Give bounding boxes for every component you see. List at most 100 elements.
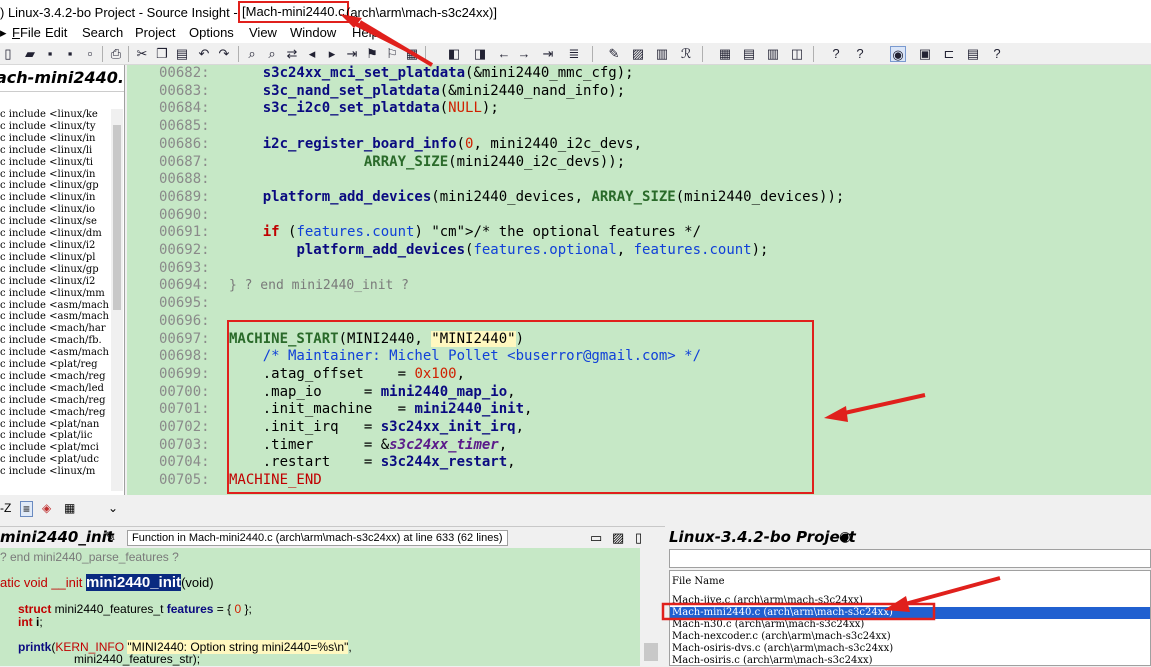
copy-icon[interactable]: ❐ <box>154 46 170 62</box>
context-icon[interactable]: ▨ <box>630 46 646 62</box>
menu-file[interactable]: FFile <box>12 25 41 40</box>
context-jump-icon[interactable]: ▨ <box>612 530 624 546</box>
new-file-icon[interactable]: ▯ <box>0 46 16 62</box>
symbol-item[interactable]: c include <linux/mm <box>0 288 110 300</box>
code-line[interactable]: 00683: s3c_nand_set_platdata(&mini2440_n… <box>127 83 1151 101</box>
code-line[interactable]: 00690: <box>127 207 1151 225</box>
code-text[interactable]: s3c24xx_mci_set_platdata(&mini2440_mmc_c… <box>229 65 634 83</box>
grid-view-icon[interactable]: ▦ <box>64 501 75 515</box>
menu-view[interactable]: View <box>249 25 277 40</box>
save-icon[interactable]: ▪ <box>42 46 58 62</box>
search-next-icon[interactable]: ▸ <box>324 46 340 62</box>
symbol-item[interactable]: c include <linux/gp <box>0 264 110 276</box>
goto-line-icon[interactable]: ⇥ <box>344 46 360 62</box>
code-line[interactable]: 00693: <box>127 260 1151 278</box>
jump-forward-icon[interactable]: ◨ <box>472 46 488 62</box>
menu-edit[interactable]: Edit <box>45 25 67 40</box>
symbol-item[interactable]: c include <asm/mach <box>0 300 110 312</box>
code-line[interactable]: 00689: platform_add_devices(mini2440_dev… <box>127 189 1151 207</box>
project-window-icon[interactable]: ▣ <box>917 46 933 62</box>
code-text[interactable]: s3c_nand_set_platdata(&mini2440_nand_inf… <box>229 83 625 101</box>
paste-icon[interactable]: ▤ <box>174 46 190 62</box>
symbol-item[interactable]: c include <plat/nan <box>0 419 110 431</box>
search-prev-icon[interactable]: ◂ <box>304 46 320 62</box>
toggle-bookmark-icon[interactable]: ⚐ <box>384 46 400 62</box>
symbol-item[interactable]: c include <asm/mach <box>0 311 110 323</box>
undo-icon[interactable]: ↶ <box>196 46 212 62</box>
code-text[interactable]: } ? end mini2440_init ? <box>229 277 409 295</box>
about-icon[interactable]: ? <box>989 46 1005 62</box>
symbol-item[interactable]: c include <linux/in <box>0 192 110 204</box>
project-file-item[interactable]: Mach-mini2440.c (arch\arm\mach-s3c24xx) <box>670 607 1150 619</box>
symbol-item[interactable]: c include <plat/mci <box>0 442 110 454</box>
symbol-item[interactable]: c include <linux/pl <box>0 252 110 264</box>
symbol-item[interactable]: c include <mach/reg <box>0 407 110 419</box>
symbol-item[interactable]: c include <linux/gp <box>0 180 110 192</box>
code-line[interactable]: 00685: <box>127 118 1151 136</box>
symbol-item[interactable]: c include <linux/io <box>0 204 110 216</box>
open-folder-icon[interactable]: ▰ <box>22 46 38 62</box>
code-line[interactable]: 00691: if (features.count) "cm">/* the o… <box>127 224 1151 242</box>
project-file-item[interactable]: Mach-nexcoder.c (arch\arm\mach-s3c24xx) <box>672 631 891 643</box>
sort-az-button[interactable]: -Z <box>0 501 11 515</box>
code-text[interactable]: s3c_i2c0_set_platdata(NULL); <box>229 100 499 118</box>
close-file-icon[interactable]: ▫ <box>82 46 98 62</box>
symbol-item[interactable]: c include <mach/led <box>0 383 110 395</box>
print-icon[interactable]: ⎙ <box>108 46 124 62</box>
project-file-list[interactable]: File Name Mach-jive.c (arch\arm\mach-s3c… <box>669 570 1151 666</box>
project-file-item[interactable]: Mach-jive.c (arch\arm\mach-s3c24xx) <box>672 595 863 607</box>
code-line[interactable]: 00682: s3c24xx_mci_set_platdata(&mini244… <box>127 65 1151 83</box>
menu-help[interactable]: Help <box>352 25 379 40</box>
menu-project[interactable]: Project <box>135 25 175 40</box>
symbol-scroll-thumb[interactable] <box>113 125 121 310</box>
scroll-down-icon[interactable]: ⌄ <box>108 501 118 515</box>
help-icon[interactable]: ? <box>852 46 868 62</box>
code-text[interactable]: if (features.count) "cm">/* the optional… <box>229 224 701 242</box>
symbol-list[interactable]: c include <linux/ke c include <linux/ty c … <box>0 109 110 478</box>
menu-options[interactable]: Options <box>189 25 234 40</box>
code-text[interactable]: platform_add_devices(mini2440_devices, A… <box>229 189 845 207</box>
symbol-item[interactable]: c include <linux/li <box>0 145 110 157</box>
tile-icon[interactable]: ▤ <box>741 46 757 62</box>
code-text[interactable]: ARRAY_SIZE(mini2440_i2c_devs)); <box>229 154 625 172</box>
save-all-icon[interactable]: ▪ <box>62 46 78 62</box>
filter-icon[interactable]: ◈ <box>42 501 51 515</box>
code-text[interactable]: platform_add_devices(features.optional, … <box>229 242 768 260</box>
context-window[interactable]: ? end mini2440_parse_features ? atic voi… <box>0 548 640 666</box>
symbol-item[interactable]: c include <linux/m <box>0 466 110 478</box>
code-line[interactable]: 00688: <box>127 171 1151 189</box>
outline-icon[interactable]: ▤ <box>965 46 981 62</box>
symbol-item[interactable]: c include <plat/udc <box>0 454 110 466</box>
symbol-item[interactable]: c include <linux/in <box>0 169 110 181</box>
code-line[interactable]: 00694:} ? end mini2440_init ? <box>127 277 1151 295</box>
project-file-item[interactable]: Mach-osiris-dvs.c (arch\arm\mach-s3c24xx… <box>672 643 893 655</box>
relation-icon[interactable]: ℛ <box>678 46 694 62</box>
code-line[interactable]: 00687: ARRAY_SIZE(mini2440_i2c_devs)); <box>127 154 1151 172</box>
symbol-item[interactable]: c include <plat/reg <box>0 359 110 371</box>
symbol-item[interactable]: c include <linux/se <box>0 216 110 228</box>
sync-icon[interactable]: ◉ <box>839 528 851 545</box>
search-files-icon[interactable]: ⌕ <box>264 46 280 62</box>
symbol-item[interactable]: c include <linux/in <box>0 133 110 145</box>
bookmark-icon[interactable]: ⚑ <box>364 46 380 62</box>
context-tool-icon[interactable]: ▭ <box>590 530 602 546</box>
sync-icon[interactable]: ◉ <box>890 46 906 62</box>
code-text[interactable]: i2c_register_board_info(0, mini2440_i2c_… <box>229 136 642 154</box>
symbol-item[interactable]: c include <linux/i2 <box>0 240 110 252</box>
search-icon[interactable]: ⌕ <box>244 46 260 62</box>
symbol-item[interactable]: c include <linux/dm <box>0 228 110 240</box>
symbol-item[interactable]: c include <mach/reg <box>0 371 110 383</box>
go-forward-icon[interactable]: → <box>516 46 532 62</box>
reference-icon[interactable]: ▥ <box>654 46 670 62</box>
cut-icon[interactable]: ✂ <box>134 46 150 62</box>
tree-icon[interactable]: ⊏ <box>941 46 957 62</box>
brace-icon[interactable]: ? <box>828 46 844 62</box>
bookmark-list-icon[interactable]: ▦ <box>404 46 420 62</box>
symbol-item[interactable]: c include <linux/ke <box>0 109 110 121</box>
go-list-icon[interactable]: ⇥ <box>540 46 556 62</box>
layout-icon[interactable]: ▦ <box>717 46 733 62</box>
pin-icon[interactable]: ✎ <box>105 529 116 545</box>
list-view-icon[interactable]: ≡ <box>20 501 34 517</box>
project-file-filter-input[interactable] <box>669 549 1151 568</box>
symbol-item[interactable]: c include <linux/ty <box>0 121 110 133</box>
